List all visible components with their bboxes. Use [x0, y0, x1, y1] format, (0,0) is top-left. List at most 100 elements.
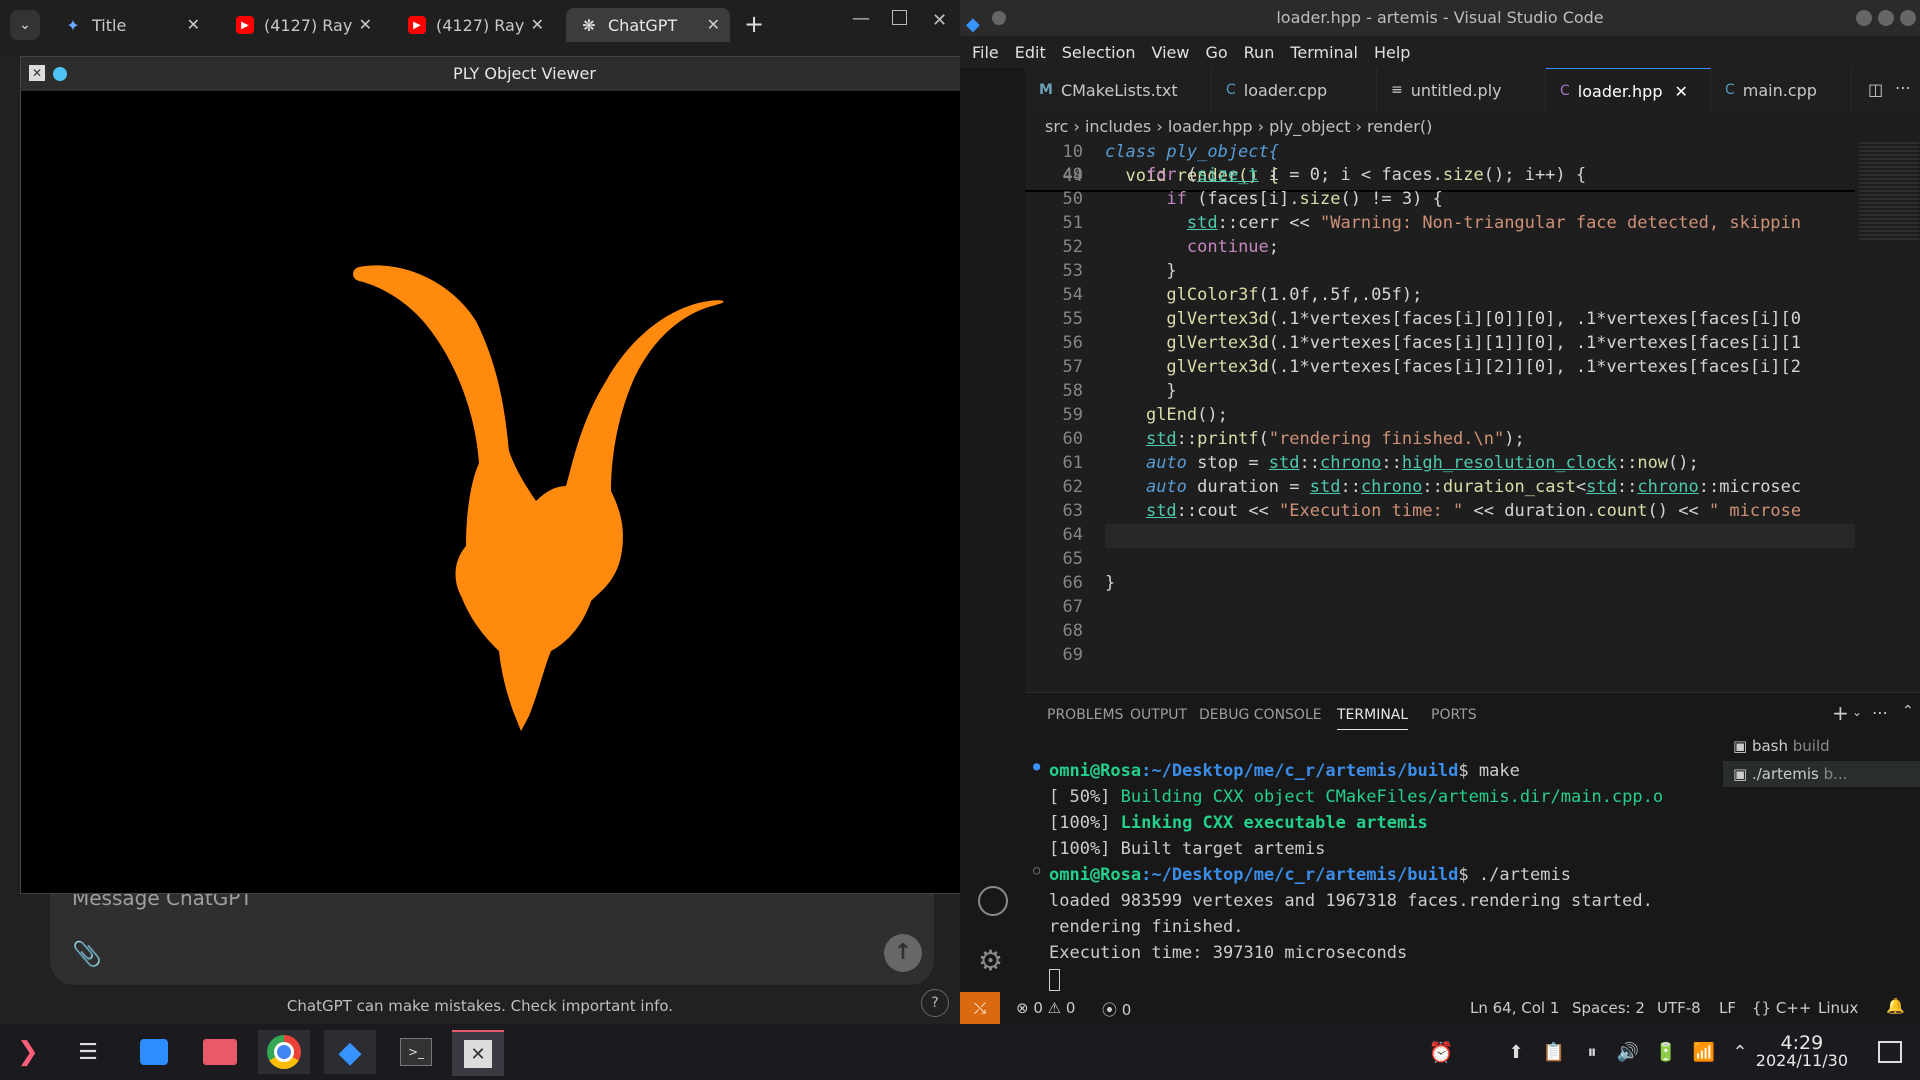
text-file-icon: ≡: [1391, 82, 1403, 98]
terminal-icon[interactable]: >_: [390, 1030, 442, 1074]
maximize-icon[interactable]: [892, 10, 907, 25]
indentation[interactable]: Spaces: 2: [1572, 999, 1645, 1017]
tab-loader-hpp[interactable]: C loader.hpp ✕: [1546, 68, 1711, 113]
attach-icon[interactable]: 📎: [72, 940, 102, 968]
language-mode[interactable]: {} C++: [1752, 999, 1811, 1017]
pin-icon[interactable]: [53, 67, 67, 81]
code-editor[interactable]: 10 class ply_object{ 44 void render() { …: [1025, 142, 1855, 692]
tab-youtube-1[interactable]: ▶ (4127) Ray ✕: [222, 8, 382, 42]
new-tab-button[interactable]: +: [744, 10, 764, 38]
tab-youtube-2[interactable]: ▶ (4127) Ray ✕: [394, 8, 554, 42]
breadcrumb-file[interactable]: loader.hpp: [1168, 117, 1253, 136]
tab-list-button[interactable]: ⌄: [10, 10, 40, 40]
minimap[interactable]: [1855, 142, 1920, 692]
maximize-icon[interactable]: [1878, 10, 1894, 26]
terminal-bash[interactable]: ▣ bash build: [1723, 733, 1920, 759]
chrome-icon[interactable]: [258, 1030, 310, 1074]
problems-indicator[interactable]: ⊗ 0 ⚠ 0: [1016, 999, 1075, 1017]
breadcrumb-includes[interactable]: includes: [1085, 117, 1151, 136]
terminal-dropdown-icon[interactable]: ⌄: [1852, 705, 1862, 719]
menu-terminal[interactable]: Terminal: [1290, 43, 1358, 62]
menu-selection[interactable]: Selection: [1062, 43, 1136, 62]
maximize-panel-icon[interactable]: ⌃: [1902, 703, 1914, 719]
split-editor-icon[interactable]: ◫: [1868, 80, 1883, 99]
breadcrumb-class[interactable]: ply_object: [1269, 117, 1350, 136]
close-tab-icon[interactable]: ✕: [707, 15, 720, 34]
show-desktop-icon[interactable]: [1864, 1030, 1916, 1074]
notifications-icon[interactable]: 🔔: [1886, 997, 1905, 1015]
terminal-line: loaded 983599 vertexes and 1967318 faces…: [1049, 891, 1653, 911]
tab-main-cpp[interactable]: C main.cpp: [1711, 68, 1852, 112]
send-button[interactable]: ↑: [884, 934, 922, 972]
code-line: if (faces[i].size() != 3) {: [1166, 189, 1443, 209]
menu-go[interactable]: Go: [1205, 43, 1227, 62]
ply-viewer-window: ✕ PLY Object Viewer: [20, 56, 1029, 894]
code-line: std::cout << "Execution time: " << durat…: [1145, 501, 1802, 521]
menu-view[interactable]: View: [1152, 43, 1190, 62]
account-icon[interactable]: [978, 886, 1008, 916]
system-settings-icon[interactable]: ☰: [62, 1030, 114, 1074]
tab-label: untitled.ply: [1410, 80, 1502, 100]
close-icon[interactable]: [1900, 10, 1916, 26]
code-line: auto stop = std::chrono::high_resolution…: [1145, 453, 1699, 473]
breadcrumb-method[interactable]: render(): [1367, 117, 1432, 136]
tab-problems[interactable]: PROBLEMS: [1047, 707, 1123, 723]
breadcrumb-src[interactable]: src: [1045, 117, 1068, 136]
clock[interactable]: 4:29 2024/11/30: [1756, 1034, 1848, 1070]
x11-app-icon: ✕: [29, 65, 45, 81]
sticky-dot-icon[interactable]: [992, 11, 1006, 25]
line-number: 63: [1062, 501, 1083, 521]
tab-output[interactable]: OUTPUT: [1130, 707, 1187, 723]
more-actions-icon[interactable]: ⋯: [1895, 78, 1911, 97]
alarm-icon[interactable]: ⏰: [1415, 1030, 1467, 1074]
platform[interactable]: Linux: [1818, 999, 1858, 1017]
tab-chatgpt[interactable]: ❋ ChatGPT ✕: [566, 8, 730, 42]
menu-file[interactable]: File: [972, 43, 999, 62]
close-tab-icon[interactable]: ✕: [187, 15, 200, 34]
line-number: 49: [1062, 165, 1083, 185]
tab-cmakelists[interactable]: M CMakeLists.txt: [1025, 68, 1212, 112]
chevron-right-icon: ›: [1257, 117, 1270, 136]
vscode-icon[interactable]: ◆: [324, 1030, 376, 1074]
tab-untitled-ply[interactable]: ≡ untitled.ply: [1377, 68, 1546, 112]
close-window-icon[interactable]: ✕: [932, 10, 947, 31]
tab-ports[interactable]: PORTS: [1431, 707, 1477, 723]
code-line: }: [1105, 261, 1177, 281]
settings-gear-icon[interactable]: ⚙: [978, 944, 1003, 977]
code-line: std::cerr << "Warning: Non-triangular fa…: [1186, 213, 1802, 233]
clock-time: 4:29: [1780, 1032, 1824, 1054]
chevron-right-icon: ›: [1156, 117, 1168, 136]
minimize-icon[interactable]: —: [852, 8, 870, 29]
line-ending[interactable]: LF: [1719, 999, 1736, 1017]
app-launcher-icon[interactable]: ❯: [2, 1030, 54, 1074]
cursor-position[interactable]: Ln 64, Col 1: [1470, 999, 1559, 1017]
store-icon[interactable]: [128, 1030, 180, 1074]
terminal-artemis[interactable]: ▣ ./artemis b...: [1723, 761, 1920, 787]
cpp-file-icon: C: [1725, 82, 1735, 98]
more-actions-icon[interactable]: ⋯: [1872, 703, 1888, 722]
youtube-icon: ▶: [236, 16, 254, 34]
remote-indicator[interactable]: ⤯: [960, 992, 1000, 1024]
tab-title[interactable]: ✦ Title ✕: [50, 8, 210, 42]
close-tab-icon[interactable]: ✕: [1674, 82, 1687, 101]
ports-indicator[interactable]: ⦿ 0: [1102, 999, 1131, 1020]
minimize-icon[interactable]: [1856, 10, 1872, 26]
x11-app-icon[interactable]: ✕: [452, 1030, 504, 1076]
code-line: }: [1105, 381, 1177, 401]
close-tab-icon[interactable]: ✕: [359, 15, 372, 34]
tab-debug-console[interactable]: DEBUG CONSOLE: [1199, 707, 1322, 723]
line-number: 54: [1062, 285, 1083, 305]
menu-run[interactable]: Run: [1244, 43, 1275, 62]
close-tab-icon[interactable]: ✕: [531, 15, 544, 34]
terminal-icon: ▣: [1733, 765, 1752, 783]
menu-edit[interactable]: Edit: [1015, 43, 1046, 62]
file-manager-icon[interactable]: [194, 1030, 246, 1074]
cmake-file-icon: M: [1039, 82, 1053, 98]
tab-loader-cpp[interactable]: C loader.cpp: [1212, 68, 1377, 112]
new-terminal-icon[interactable]: +: [1832, 701, 1849, 725]
menu-help[interactable]: Help: [1374, 43, 1410, 62]
tab-terminal[interactable]: TERMINAL: [1337, 707, 1409, 730]
minimap-preview: [1859, 142, 1919, 242]
encoding[interactable]: UTF-8: [1657, 999, 1701, 1017]
help-button[interactable]: ?: [921, 989, 949, 1017]
